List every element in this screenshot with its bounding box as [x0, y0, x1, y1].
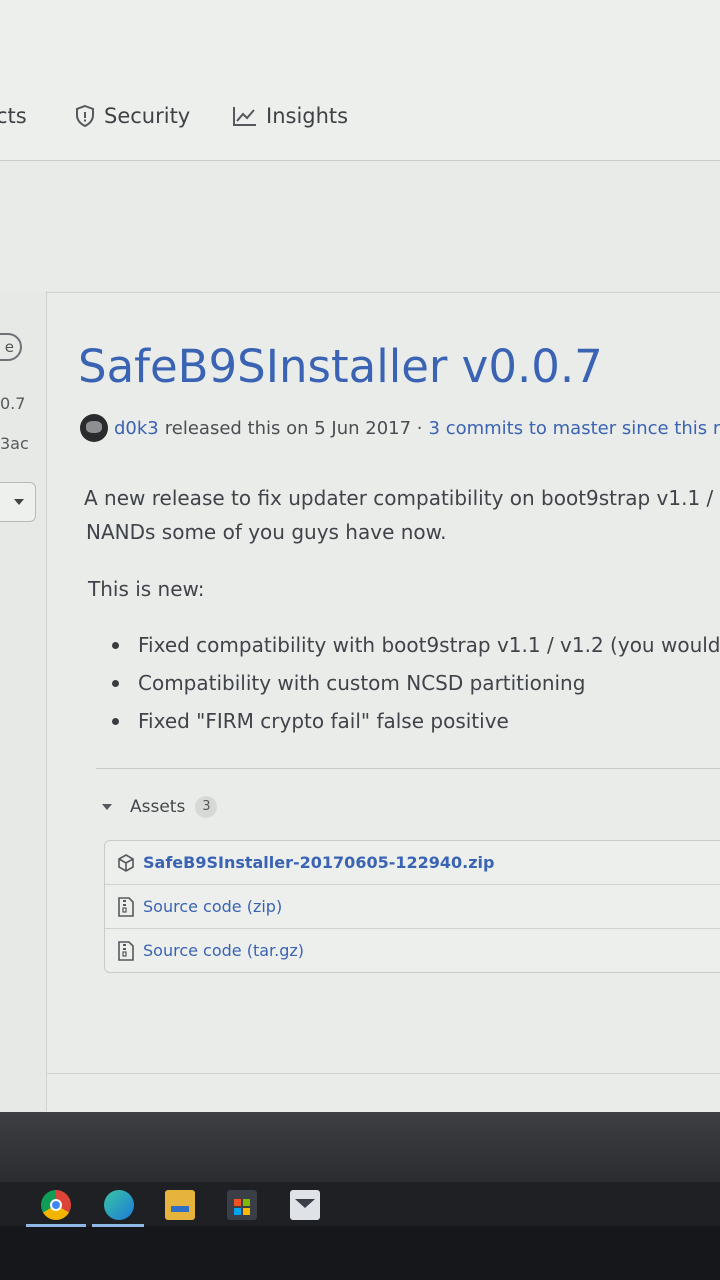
- tab-security[interactable]: Security: [74, 104, 190, 128]
- assets-count: 3: [195, 796, 218, 818]
- list-item: Compatibility with custom NCSD partition…: [108, 668, 720, 706]
- avatar[interactable]: [80, 414, 108, 442]
- asset-label: Source code (tar.gz): [143, 941, 305, 960]
- assets-label: Assets: [130, 797, 186, 817]
- tab-projects[interactable]: cts: [0, 104, 27, 128]
- release-title[interactable]: SafeB9SInstaller v0.0.7: [78, 340, 603, 393]
- header-spacer: [0, 161, 720, 291]
- divider: [96, 768, 720, 769]
- released-text: released this on 5 Jun 2017 ·: [164, 417, 423, 439]
- package-icon: [118, 853, 134, 872]
- store-icon[interactable]: [227, 1190, 257, 1220]
- compare-dropdown[interactable]: [0, 482, 36, 522]
- sidebar-commit[interactable]: 3ac: [0, 434, 29, 453]
- commits-link[interactable]: 3 commits to master since this re: [429, 418, 720, 439]
- release-meta: d0k3 released this on 5 Jun 2017 · 3 com…: [80, 414, 720, 442]
- assets-toggle[interactable]: Assets 3: [102, 796, 218, 818]
- tab-insights[interactable]: Insights: [232, 104, 348, 128]
- description-line-2: NANDs some of you guys have now.: [86, 520, 447, 544]
- panel-bottom-divider: [47, 1073, 720, 1074]
- file-zip-icon: [118, 896, 134, 917]
- release-sidebar: [0, 291, 47, 1111]
- chrome-icon[interactable]: [41, 1190, 71, 1220]
- file-zip-icon: [118, 940, 134, 961]
- list-item: Fixed compatibility with boot9strap v1.1…: [108, 630, 720, 668]
- tab-projects-label: cts: [0, 104, 27, 128]
- asset-label: SafeB9SInstaller-20170605-122940.zip: [143, 853, 495, 872]
- asset-label: Source code (zip): [143, 897, 283, 916]
- monitor-bezel: [0, 1112, 720, 1182]
- shield-icon: [76, 104, 94, 128]
- badge-text: e: [4, 338, 14, 356]
- graph-icon: [233, 107, 256, 126]
- monitor-frame: [0, 1226, 720, 1280]
- changes-list: Fixed compatibility with boot9strap v1.1…: [108, 630, 720, 744]
- caret-down-icon: [102, 804, 112, 810]
- active-app-indicator: [26, 1224, 86, 1227]
- list-item: Fixed "FIRM crypto fail" false positive: [108, 706, 720, 744]
- assets-list: SafeB9SInstaller-20170605-122940.zip Sou…: [104, 840, 720, 973]
- repo-nav: cts Security Insights: [0, 0, 720, 161]
- new-heading: This is new:: [88, 577, 205, 601]
- sidebar-tag[interactable]: 0.7: [0, 394, 25, 413]
- asset-zip-download[interactable]: SafeB9SInstaller-20170605-122940.zip: [105, 841, 720, 884]
- chevron-down-icon: [14, 499, 24, 505]
- edge-icon[interactable]: [104, 1190, 134, 1220]
- file-explorer-icon[interactable]: [165, 1190, 195, 1220]
- mail-icon[interactable]: [290, 1190, 320, 1220]
- active-app-indicator: [92, 1224, 144, 1227]
- tab-security-label: Security: [104, 104, 191, 128]
- asset-source-zip[interactable]: Source code (zip): [105, 884, 720, 928]
- tab-insights-label: Insights: [266, 104, 349, 128]
- description-line-1: A new release to fix updater compatibili…: [84, 486, 714, 510]
- author-link[interactable]: d0k3: [114, 418, 159, 439]
- asset-source-targz[interactable]: Source code (tar.gz): [105, 928, 720, 972]
